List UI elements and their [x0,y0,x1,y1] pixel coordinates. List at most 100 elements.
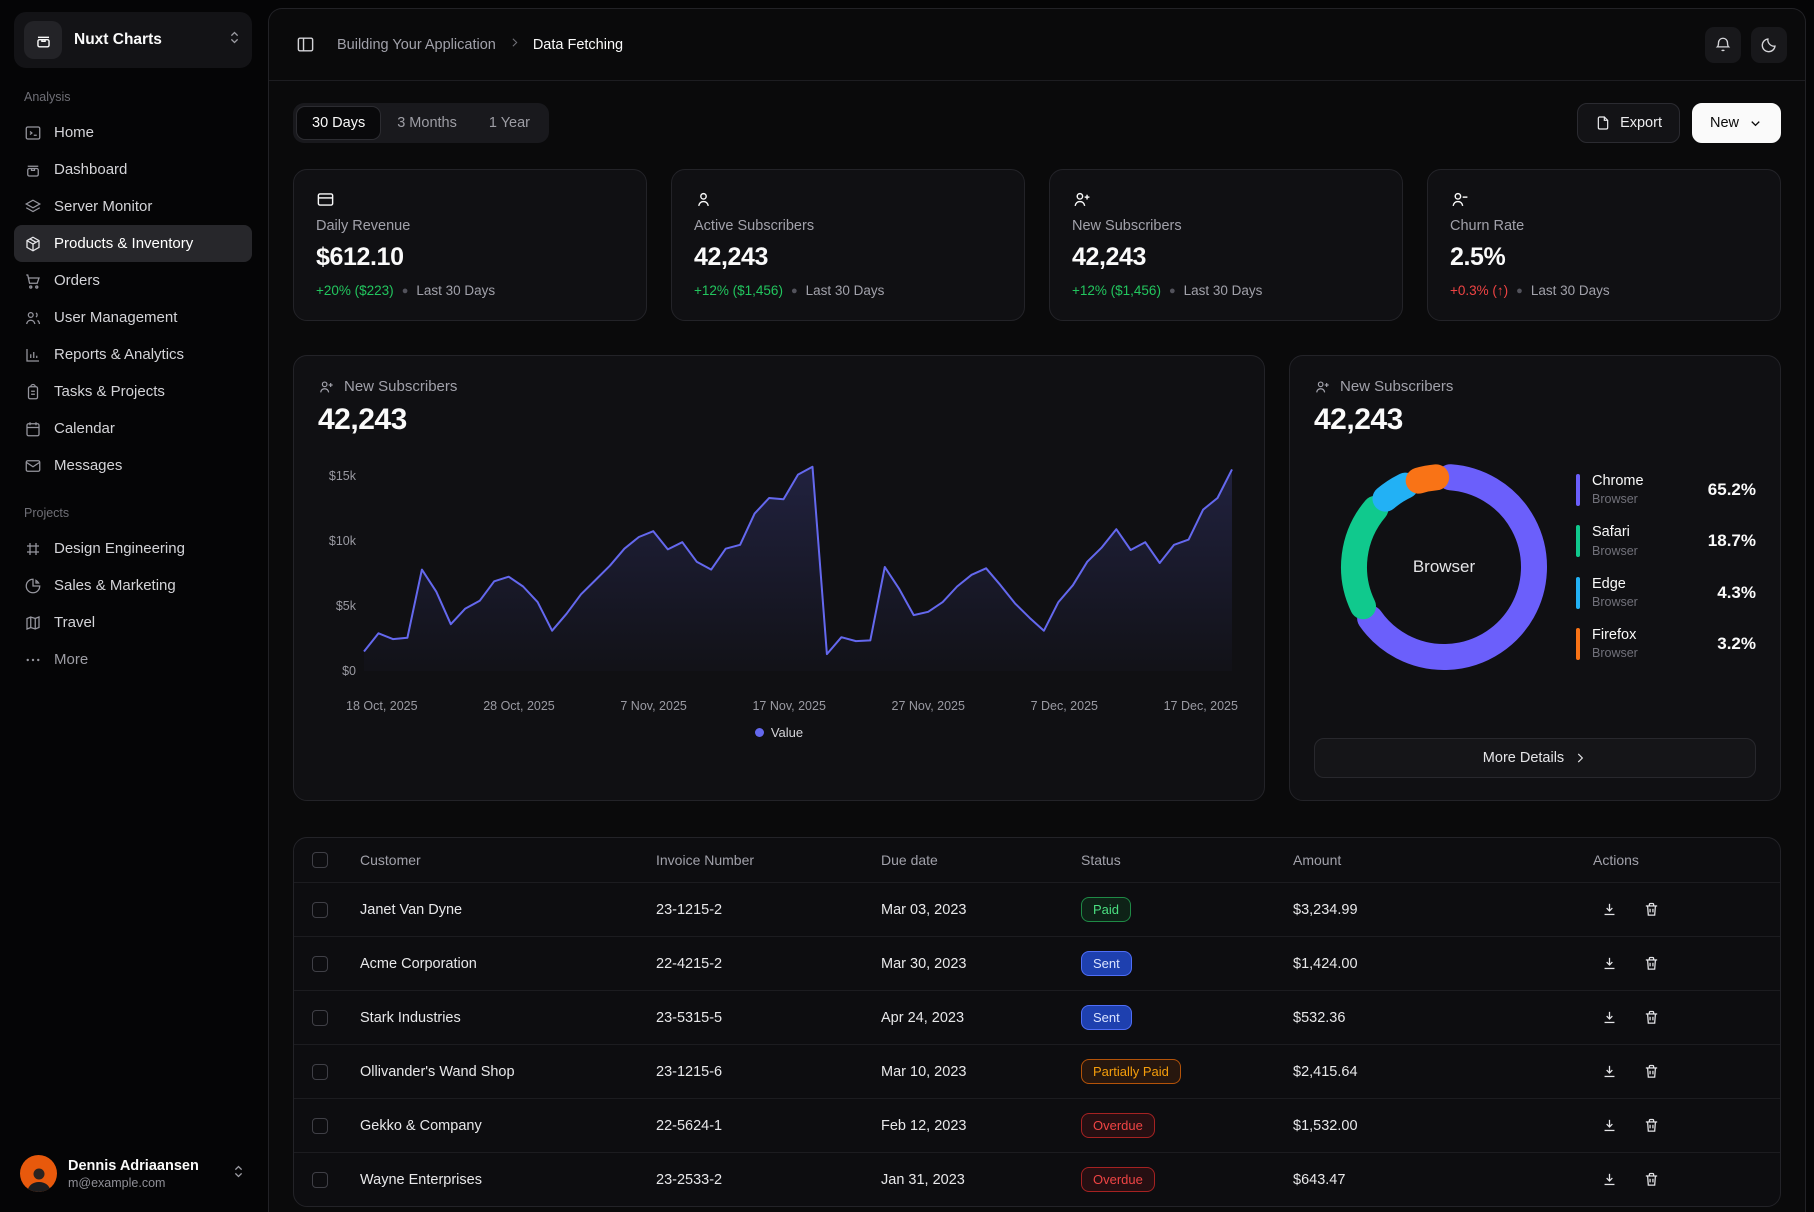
download-button[interactable] [1593,1056,1625,1088]
package-icon [24,235,42,253]
breadcrumb-parent[interactable]: Building Your Application [337,37,496,53]
legend-color-bar [1576,474,1580,506]
sidebar-item-more[interactable]: More [14,641,252,678]
sidebar-toggle-button[interactable] [287,27,323,63]
donut-legend-item[interactable]: SafariBrowser18.7% [1576,524,1756,558]
delete-button[interactable] [1635,1002,1667,1034]
tab-1-year[interactable]: 1 Year [474,107,545,139]
cell-amount: $643.47 [1277,1172,1565,1188]
avatar [20,1155,57,1192]
x-tick-label: 7 Dec, 2025 [1031,699,1098,713]
user-menu[interactable]: Dennis Adriaansen m@example.com [14,1147,252,1200]
table-row[interactable]: Acme Corporation 22-4215-2 Mar 30, 2023 … [294,936,1780,990]
table-row[interactable]: Wayne Enterprises 23-2533-2 Jan 31, 2023… [294,1152,1780,1206]
donut-legend-item[interactable]: ChromeBrowser65.2% [1576,473,1756,507]
cell-invoice: 23-1215-6 [640,1064,865,1080]
download-button[interactable] [1593,1002,1625,1034]
sidebar-item-products-inventory[interactable]: Products & Inventory [14,225,252,262]
download-button[interactable] [1593,894,1625,926]
select-all-checkbox[interactable] [312,852,328,868]
moon-icon [1760,36,1778,54]
cell-amount: $3,234.99 [1277,902,1565,918]
workspace-switcher[interactable]: Nuxt Charts [14,12,252,68]
donut-legend-item[interactable]: EdgeBrowser4.3% [1576,576,1756,610]
cell-invoice: 23-5315-5 [640,1010,865,1026]
frame-icon [24,540,42,558]
x-tick-label: 17 Nov, 2025 [752,699,825,713]
subscribers-line-chart[interactable]: $0$5k$10k$15k [318,449,1236,693]
legend-color-bar [1576,577,1580,609]
legend-color-bar [1576,525,1580,557]
row-checkbox[interactable] [312,1172,328,1188]
row-checkbox[interactable] [312,1064,328,1080]
new-button[interactable]: New [1692,103,1781,143]
cell-amount: $2,415.64 [1277,1064,1565,1080]
download-button[interactable] [1593,948,1625,980]
file-icon [1595,115,1611,131]
delete-button[interactable] [1635,948,1667,980]
workspace-name: Nuxt Charts [74,31,215,49]
cell-due-date: Mar 30, 2023 [865,956,1065,972]
sidebar-item-reports-analytics[interactable]: Reports & Analytics [14,336,252,373]
delete-button[interactable] [1635,894,1667,926]
delete-button[interactable] [1635,1110,1667,1142]
notifications-button[interactable] [1705,27,1741,63]
sidebar-item-dashboard[interactable]: Dashboard [14,151,252,188]
donut-legend: ChromeBrowser65.2% SafariBrowser18.7% Edge… [1576,473,1756,662]
export-button[interactable]: Export [1577,103,1680,143]
row-checkbox[interactable] [312,1010,328,1026]
cell-invoice: 22-5624-1 [640,1118,865,1134]
invoices-table: Customer Invoice Number Due date Status … [293,837,1781,1207]
trash-icon [1643,1063,1660,1080]
delta: +12% ($1,456) [1072,283,1161,298]
legend-color-bar [1576,628,1580,660]
donut-chart-card: New Subscribers 42,243 Browser ChromeBro… [1289,355,1781,801]
cell-customer: Gekko & Company [344,1118,640,1134]
download-button[interactable] [1593,1110,1625,1142]
column-header-amount: Amount [1277,852,1565,868]
delta: +0.3% (↑) [1450,283,1508,298]
sidebar-item-sales-marketing[interactable]: Sales & Marketing [14,567,252,604]
x-tick-label: 28 Oct, 2025 [483,699,555,713]
stat-card-daily-revenue: Daily Revenue $612.10 +20% ($223)●Last 3… [293,169,647,321]
ellipsis-icon [24,651,42,669]
column-header-actions: Actions [1565,852,1780,868]
donut-legend-item[interactable]: FirefoxBrowser3.2% [1576,627,1756,661]
row-checkbox[interactable] [312,902,328,918]
sidebar-item-design-engineering[interactable]: Design Engineering [14,530,252,567]
chart-legend: Value [318,725,1240,740]
sidebar-item-tasks-projects[interactable]: Tasks & Projects [14,373,252,410]
row-checkbox[interactable] [312,956,328,972]
table-row[interactable]: Ollivander's Wand Shop 23-1215-6 Mar 10,… [294,1044,1780,1098]
row-checkbox[interactable] [312,1118,328,1134]
delete-button[interactable] [1635,1164,1667,1196]
chart-title: New Subscribers [1340,378,1453,395]
delete-button[interactable] [1635,1056,1667,1088]
chart-headline-value: 42,243 [318,403,1240,437]
sidebar-item-orders[interactable]: Orders [14,262,252,299]
sidebar-item-server-monitor[interactable]: Server Monitor [14,188,252,225]
sidebar-item-messages[interactable]: Messages [14,447,252,484]
download-button[interactable] [1593,1164,1625,1196]
tab-30-days[interactable]: 30 Days [297,107,380,139]
table-row[interactable]: Gekko & Company 22-5624-1 Feb 12, 2023 O… [294,1098,1780,1152]
sidebar-item-user-management[interactable]: User Management [14,299,252,336]
nav-section-analysis: Analysis [24,90,244,104]
map-icon [24,614,42,632]
table-row[interactable]: Stark Industries 23-5315-5 Apr 24, 2023 … [294,990,1780,1044]
stat-card-active-subscribers: Active Subscribers 42,243 +12% ($1,456)●… [671,169,1025,321]
theme-toggle-button[interactable] [1751,27,1787,63]
sidebar-item-calendar[interactable]: Calendar [14,410,252,447]
trash-icon [1643,901,1660,918]
legend-dot-icon [755,728,764,737]
sidebar-item-home[interactable]: Home [14,114,252,151]
tab-3-months[interactable]: 3 Months [382,107,472,139]
x-tick-label: 18 Oct, 2025 [346,699,418,713]
cell-amount: $1,532.00 [1277,1118,1565,1134]
column-header-due-date: Due date [865,852,1065,868]
table-row[interactable]: Janet Van Dyne 23-1215-2 Mar 03, 2023 Pa… [294,882,1780,936]
sidebar-item-travel[interactable]: Travel [14,604,252,641]
calendar-icon [24,420,42,438]
more-details-button[interactable]: More Details [1314,738,1756,778]
users-icon [24,309,42,327]
